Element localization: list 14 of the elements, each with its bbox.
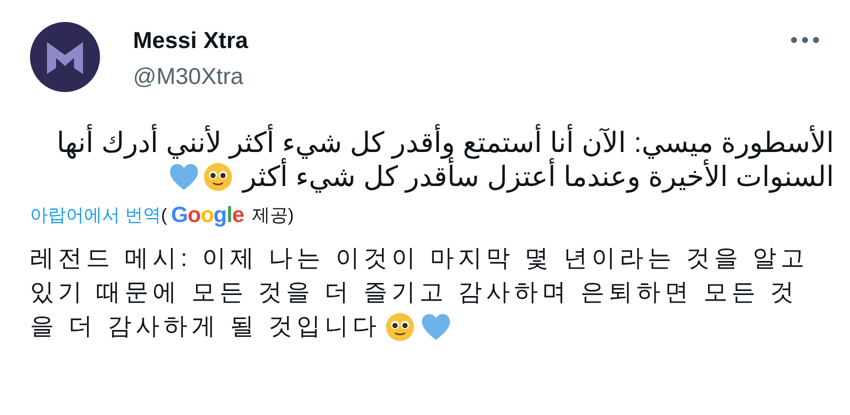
heart-icon	[420, 313, 451, 341]
google-logo: Google	[171, 202, 244, 228]
teary-face-icon	[202, 162, 233, 192]
author-handle[interactable]: @M30Xtra	[133, 62, 248, 90]
translated-text-line: 을 더 감사하게 될 것입니다	[30, 312, 381, 342]
avatar[interactable]	[30, 22, 100, 92]
translated-text-line: 있기 때문에 모든 것을 더 즐기고 감사하며 은퇴하면 모든 것	[30, 278, 798, 308]
provider-text: 제공)	[252, 204, 294, 227]
teary-face-icon	[384, 312, 415, 342]
author-name[interactable]: Messi Xtra	[133, 26, 248, 54]
more-options-icon[interactable]	[790, 36, 820, 44]
heart-icon	[168, 163, 199, 191]
paren-text: (	[161, 204, 168, 226]
translated-text-line: 레전드 메시: 이제 나는 이것이 마지막 몇 년이라는 것을 알고	[30, 244, 809, 274]
